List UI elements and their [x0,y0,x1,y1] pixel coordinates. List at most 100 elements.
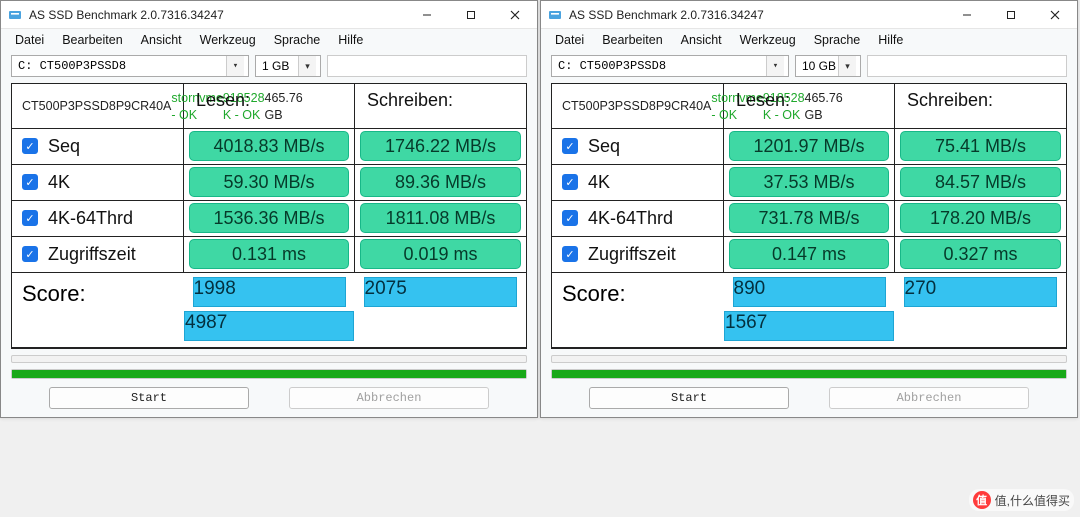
label-fourk: 4K [588,172,610,193]
read-seq: 4018.83 MB/s [189,131,348,161]
score-label: Score: [552,277,724,307]
write-seq: 75.41 MB/s [900,131,1060,161]
read-fourk64: 1536.36 MB/s [189,203,348,233]
read-seq: 1201.97 MB/s [729,131,888,161]
read-fourk64: 731.78 MB/s [729,203,888,233]
menu-ansicht[interactable]: Ansicht [681,33,722,47]
size-select[interactable]: 10 GB ▾ [795,55,861,77]
menu-ansicht[interactable]: Ansicht [141,33,182,47]
checkbox-fourk[interactable]: ✓ [562,174,578,190]
watermark: 值 值,什么值得买 [969,489,1074,511]
start-button[interactable]: Start [589,387,789,409]
drive-select-value: C: CT500P3PSSD8 [558,59,666,73]
menu-werkzeug[interactable]: Werkzeug [740,33,796,47]
results-table: CT500P3PSSD8 P9CR40A stornvme - OK 91852… [551,83,1067,349]
window-title: AS SSD Benchmark 2.0.7316.34247 [569,8,945,22]
watermark-logo-icon: 值 [973,491,991,509]
checkbox-fourk64[interactable]: ✓ [562,210,578,226]
menu-sprache[interactable]: Sprache [814,33,861,47]
button-row: Start Abbrechen [1,383,537,417]
write-seq: 1746.22 MB/s [360,131,520,161]
progress-bar-total [11,369,527,379]
minimize-button[interactable] [405,1,449,28]
drive-select[interactable]: C: CT500P3PSSD8 ▾ [11,55,249,77]
menu-datei[interactable]: Datei [555,33,584,47]
menu-sprache[interactable]: Sprache [274,33,321,47]
row-fourk64: ✓ 4K-64Thrd 731.78 MB/s 178.20 MB/s [552,201,1066,237]
header-write: Schreiben: [895,84,1066,128]
label-fourk: 4K [48,172,70,193]
button-row: Start Abbrechen [541,383,1077,417]
progress-bar-total [551,369,1067,379]
window-1: AS SSD Benchmark 2.0.7316.34247 Datei Be… [540,0,1078,418]
checkbox-seq[interactable]: ✓ [22,138,38,154]
info-model: CT500P3PSSD8 [22,98,116,115]
progress-area: --:-- [551,355,1067,379]
row-access: ✓ Zugriffszeit 0.131 ms 0.019 ms [12,237,526,273]
drive-info: CT500P3PSSD8 P9CR40A stornvme - OK 91852… [552,84,724,128]
header-read: Lesen: [184,84,355,128]
menu-hilfe[interactable]: Hilfe [878,33,903,47]
abort-button: Abbrechen [829,387,1029,409]
app-icon [547,7,563,23]
checkbox-access[interactable]: ✓ [22,246,38,262]
header-write: Schreiben: [355,84,526,128]
maximize-button[interactable] [989,1,1033,28]
score-write: 270 [904,277,1058,307]
checkbox-fourk[interactable]: ✓ [22,174,38,190]
label-seq: Seq [48,136,80,157]
toolbar: C: CT500P3PSSD8 ▾ 10 GB ▾ [541,53,1077,83]
drive-select[interactable]: C: CT500P3PSSD8 ▾ [551,55,789,77]
chevron-down-icon: ▾ [298,56,316,76]
progress-bar-current [551,355,1067,363]
score-total: 1567 [724,311,894,341]
checkbox-access[interactable]: ✓ [562,246,578,262]
progress-bar-current [11,355,527,363]
write-fourk64: 1811.08 MB/s [360,203,520,233]
checkbox-fourk64[interactable]: ✓ [22,210,38,226]
score-read: 1998 [193,277,347,307]
info-model: CT500P3PSSD8 [562,98,656,115]
read-access: 0.131 ms [189,239,348,269]
menu-werkzeug[interactable]: Werkzeug [200,33,256,47]
write-fourk: 89.36 MB/s [360,167,520,197]
menubar: Datei Bearbeiten Ansicht Werkzeug Sprach… [1,29,537,53]
write-fourk: 84.57 MB/s [900,167,1060,197]
row-fourk64: ✓ 4K-64Thrd 1536.36 MB/s 1811.08 MB/s [12,201,526,237]
row-fourk: ✓ 4K 59.30 MB/s 89.36 MB/s [12,165,526,201]
close-button[interactable] [1033,1,1077,28]
menubar: Datei Bearbeiten Ansicht Werkzeug Sprach… [541,29,1077,53]
info-firmware: P9CR40A [116,98,172,115]
score-label: Score: [12,277,184,307]
menu-bearbeiten[interactable]: Bearbeiten [602,33,662,47]
write-access: 0.327 ms [900,239,1060,269]
score-area: Score: 890 270 1567 [552,273,1066,348]
write-access: 0.019 ms [360,239,520,269]
minimize-button[interactable] [945,1,989,28]
row-fourk: ✓ 4K 37.53 MB/s 84.57 MB/s [552,165,1066,201]
menu-datei[interactable]: Datei [15,33,44,47]
label-access: Zugriffszeit [48,244,136,265]
close-button[interactable] [493,1,537,28]
titlebar[interactable]: AS SSD Benchmark 2.0.7316.34247 [1,1,537,29]
size-select[interactable]: 1 GB ▾ [255,55,321,77]
titlebar[interactable]: AS SSD Benchmark 2.0.7316.34247 [541,1,1077,29]
drive-info: CT500P3PSSD8 P9CR40A stornvme - OK 91852… [12,84,184,128]
toolbar-filler [867,55,1067,77]
chevron-down-icon: ▾ [766,56,784,76]
row-seq: ✓ Seq 1201.97 MB/s 75.41 MB/s [552,129,1066,165]
score-write: 2075 [364,277,518,307]
menu-hilfe[interactable]: Hilfe [338,33,363,47]
label-seq: Seq [588,136,620,157]
watermark-text: 值,什么值得买 [995,492,1070,509]
window-0: AS SSD Benchmark 2.0.7316.34247 Datei Be… [0,0,538,418]
read-fourk: 59.30 MB/s [189,167,348,197]
results-table: CT500P3PSSD8 P9CR40A stornvme - OK 91852… [11,83,527,349]
chevron-down-icon: ▾ [226,56,244,76]
start-button[interactable]: Start [49,387,249,409]
label-fourk64: 4K-64Thrd [588,208,673,229]
menu-bearbeiten[interactable]: Bearbeiten [62,33,122,47]
checkbox-seq[interactable]: ✓ [562,138,578,154]
read-access: 0.147 ms [729,239,888,269]
maximize-button[interactable] [449,1,493,28]
